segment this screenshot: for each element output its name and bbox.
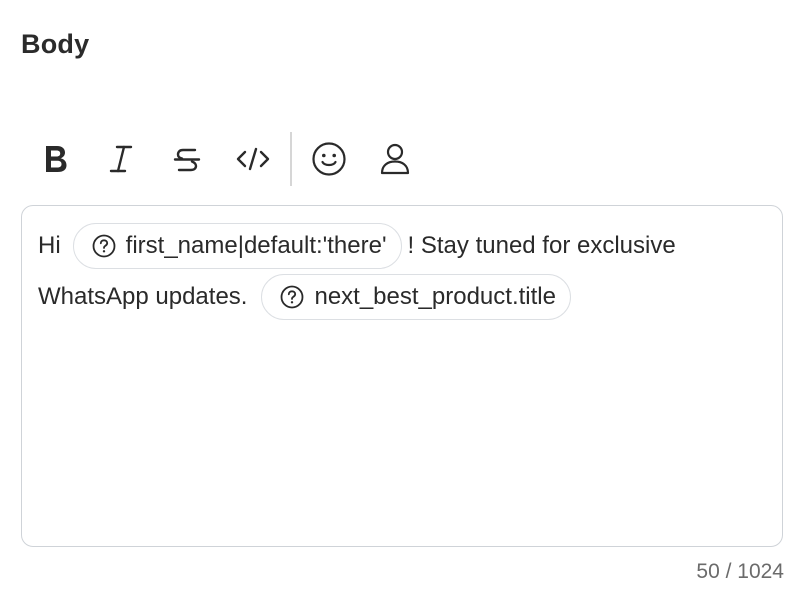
variable-chip-next-best-product[interactable]: next_best_product.title (261, 274, 571, 320)
character-counter: 50 / 1024 (696, 560, 784, 583)
italic-button[interactable] (88, 130, 154, 188)
variable-chip-label: first_name|default:'there' (125, 232, 387, 259)
question-circle-icon (92, 234, 116, 258)
emoji-button[interactable] (296, 130, 362, 188)
italic-icon (106, 143, 136, 175)
editor-text: WhatsApp updates. (38, 283, 248, 310)
variable-chip-first-name[interactable]: first_name|default:'there' (72, 223, 402, 269)
section-title: Body (21, 29, 90, 59)
strikethrough-icon (171, 143, 203, 175)
bold-button[interactable] (22, 130, 88, 188)
strikethrough-button[interactable] (154, 130, 220, 188)
code-icon (235, 143, 271, 175)
editor-text: ! Stay tuned for exclusive (407, 232, 676, 259)
formatting-toolbar (22, 130, 428, 188)
editor-line-1: Hi first_name|default:'there' ! Stay tun… (38, 223, 676, 269)
toolbar-divider (290, 132, 292, 186)
body-editor-panel: Body Hi first_name|default:'there' ! Sta… (0, 0, 800, 598)
smiley-icon (311, 141, 347, 177)
bold-icon (40, 143, 70, 175)
question-circle-icon (280, 285, 304, 309)
editor-text: Hi (38, 232, 61, 259)
editor-line-2: WhatsApp updates. next_best_product.titl… (38, 274, 571, 320)
code-button[interactable] (220, 130, 286, 188)
person-icon (378, 141, 412, 177)
variable-chip-label: next_best_product.title (314, 283, 556, 310)
message-body-editor[interactable]: Hi first_name|default:'there' ! Stay tun… (21, 205, 783, 547)
personalization-button[interactable] (362, 130, 428, 188)
